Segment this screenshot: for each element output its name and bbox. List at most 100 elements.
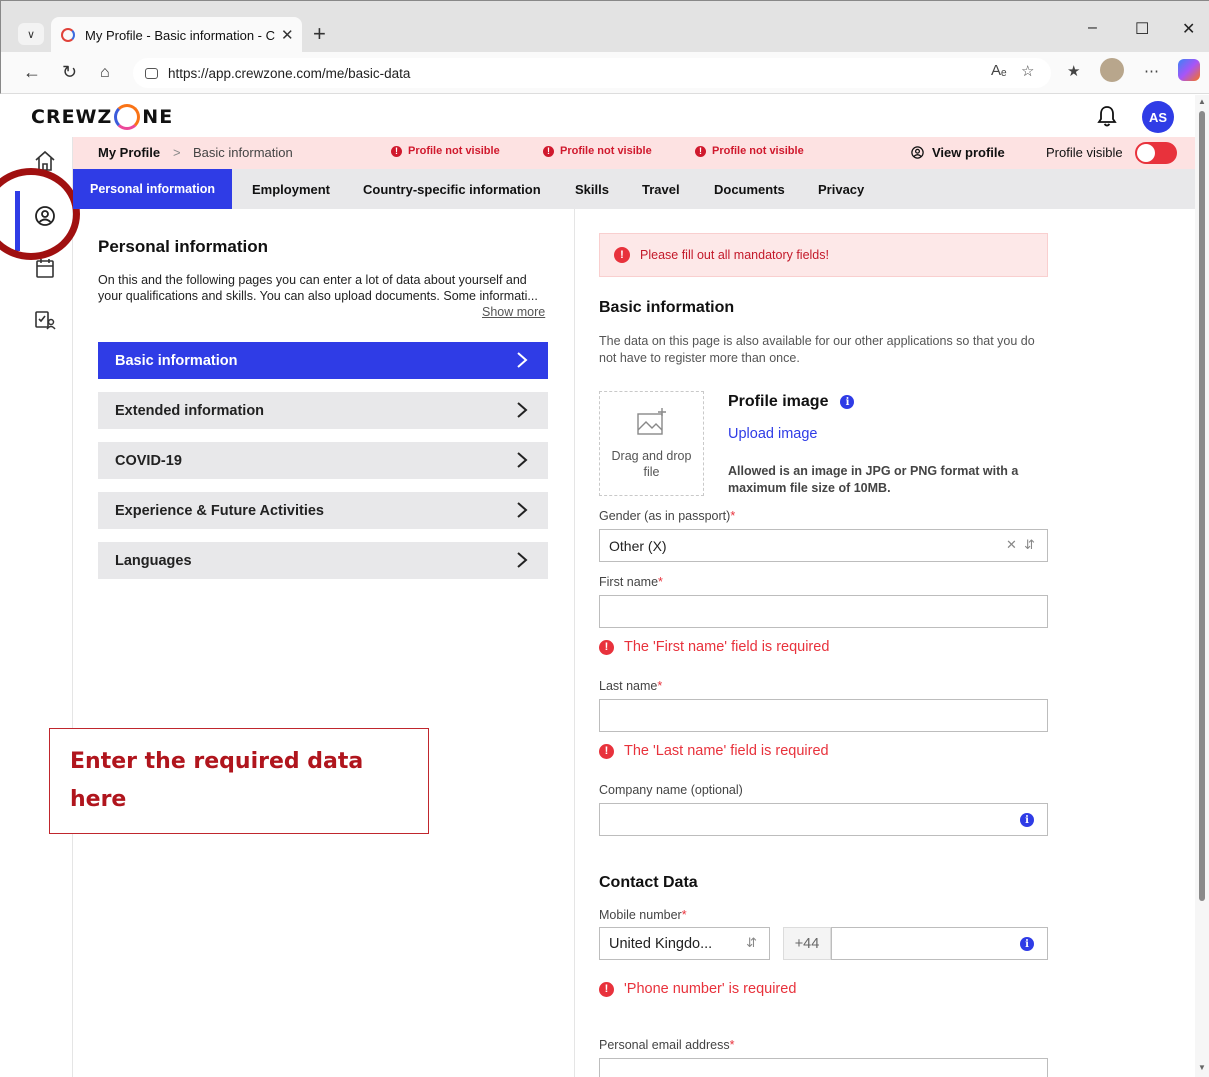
- job-applications-icon[interactable]: [33, 308, 57, 332]
- instruction-callout: Enter the required data here: [49, 728, 429, 834]
- menu-languages[interactable]: Languages: [98, 542, 548, 579]
- browser-profile-avatar[interactable]: [1100, 58, 1124, 82]
- url-field[interactable]: https://app.crewzone.com/me/basic-data: [133, 58, 1051, 88]
- phone-input[interactable]: i: [831, 927, 1048, 960]
- menu-extended-information[interactable]: Extended information: [98, 392, 548, 429]
- profile-visible-toggle[interactable]: [1135, 142, 1177, 164]
- country-select[interactable]: United Kingdo... ⇵: [599, 927, 770, 960]
- favorite-star-icon[interactable]: ☆: [1021, 62, 1034, 80]
- mandatory-fields-alert: ! Please fill out all mandatory fields!: [599, 233, 1048, 277]
- menu-item-label: Basic information: [115, 352, 238, 369]
- profile-status-bar: My Profile > Basic information ! Profile …: [73, 137, 1195, 169]
- callout-line2: here: [70, 787, 127, 812]
- tab-list-button[interactable]: ∨: [18, 23, 44, 45]
- image-dropzone[interactable]: Drag and drop file: [599, 391, 704, 496]
- info-icon[interactable]: i: [840, 395, 855, 409]
- menu-item-label: COVID-19: [115, 452, 182, 469]
- breadcrumb-separator-icon: >: [173, 145, 181, 160]
- section-title: Personal information: [98, 237, 269, 256]
- user-avatar[interactable]: AS: [1142, 101, 1174, 133]
- basic-information-description: The data on this page is also available …: [599, 334, 1035, 365]
- browser-tab[interactable]: My Profile - Basic information - Cr ✕: [51, 17, 302, 53]
- copilot-icon[interactable]: [1178, 59, 1200, 81]
- chevron-right-icon: [517, 452, 528, 468]
- visibility-warning: ! Profile not visible: [543, 145, 652, 157]
- site-info-icon[interactable]: [145, 67, 158, 79]
- logo-text-left: CREWZ: [31, 106, 113, 128]
- page-scrollbar[interactable]: ▲ ▼: [1195, 95, 1209, 1077]
- favorites-list-icon[interactable]: ★: [1067, 62, 1080, 80]
- menu-basic-information[interactable]: Basic information: [98, 342, 548, 379]
- more-menu-icon[interactable]: ⋯: [1144, 62, 1159, 80]
- app-sidebar: [15, 137, 73, 1077]
- profile-visible-label: Profile visible: [1046, 145, 1123, 160]
- phone-error: ! 'Phone number' is required: [599, 981, 796, 997]
- section-description: On this and the following pages you can …: [98, 273, 538, 303]
- notification-bell-icon[interactable]: [1097, 105, 1117, 127]
- basic-information-title: Basic information: [599, 299, 735, 316]
- info-icon[interactable]: i: [1020, 937, 1034, 951]
- dial-prefix: +44: [783, 927, 831, 960]
- menu-covid-19[interactable]: COVID-19: [98, 442, 548, 479]
- scroll-thumb[interactable]: [1199, 111, 1205, 901]
- mobile-number-label: Mobile number*: [599, 908, 687, 922]
- tab-employment[interactable]: Employment: [235, 169, 347, 209]
- tab-privacy[interactable]: Privacy: [801, 169, 881, 209]
- dropzone-text: Drag and drop file: [611, 449, 692, 479]
- minimize-icon[interactable]: –: [1088, 19, 1097, 37]
- error-icon: !: [599, 743, 614, 759]
- read-aloud-icon[interactable]: Aₑ: [991, 62, 1007, 79]
- email-label: Personal email address*: [599, 1038, 735, 1052]
- clear-and-sort-icons[interactable]: ✕ ⇵: [1006, 537, 1035, 553]
- error-icon: !: [599, 981, 614, 997]
- contact-data-title: Contact Data: [599, 874, 698, 891]
- scroll-down-icon[interactable]: ▼: [1198, 1063, 1206, 1072]
- back-icon[interactable]: ←: [23, 62, 41, 83]
- breadcrumb-root[interactable]: My Profile: [98, 145, 160, 160]
- chevron-right-icon: [517, 552, 528, 568]
- menu-experience[interactable]: Experience & Future Activities: [98, 492, 548, 529]
- email-input[interactable]: [599, 1058, 1048, 1077]
- new-tab-icon[interactable]: +: [313, 21, 326, 47]
- browser-address-bar: ← ↻ ⌂ https://app.crewzone.com/me/basic-…: [0, 52, 1209, 94]
- alert-text: Please fill out all mandatory fields!: [640, 248, 829, 262]
- tab-country-specific[interactable]: Country-specific information: [346, 169, 558, 209]
- warning-icon: !: [391, 145, 402, 157]
- profile-tabs: Personal information Employment Country-…: [73, 169, 1195, 209]
- tab-skills[interactable]: Skills: [558, 169, 626, 209]
- first-name-error: ! The 'First name' field is required: [599, 639, 829, 655]
- crewzone-logo[interactable]: CREWZ NE: [31, 104, 173, 130]
- visibility-warning: ! Profile not visible: [695, 145, 804, 157]
- tab-documents[interactable]: Documents: [697, 169, 802, 209]
- visibility-warning: ! Profile not visible: [391, 145, 500, 157]
- scroll-up-icon[interactable]: ▲: [1198, 97, 1206, 106]
- close-tab-icon[interactable]: ✕: [281, 26, 294, 44]
- gender-select[interactable]: Other (X) ✕ ⇵: [599, 529, 1048, 562]
- maximize-icon[interactable]: ☐: [1135, 19, 1149, 39]
- company-input[interactable]: i: [599, 803, 1048, 836]
- logo-text-right: NE: [142, 106, 174, 128]
- view-profile-button[interactable]: View profile: [910, 145, 1005, 160]
- error-icon: !: [599, 639, 614, 655]
- company-label: Company name (optional): [599, 783, 743, 797]
- profile-image-title: Profile image i: [728, 393, 855, 411]
- home-icon[interactable]: ⌂: [100, 64, 110, 82]
- error-icon: !: [614, 247, 630, 263]
- profile-icon: [911, 146, 924, 159]
- chevron-right-icon: [517, 352, 528, 368]
- breadcrumb-current: Basic information: [193, 145, 293, 160]
- tab-travel[interactable]: Travel: [625, 169, 697, 209]
- last-name-input[interactable]: [599, 699, 1048, 732]
- window-close-icon[interactable]: ✕: [1182, 19, 1195, 39]
- info-icon[interactable]: i: [1020, 813, 1034, 827]
- warning-icon: !: [695, 145, 706, 157]
- toggle-knob: [1137, 144, 1155, 162]
- gender-value: Other (X): [609, 537, 667, 554]
- image-format-note: Allowed is an image in JPG or PNG format…: [728, 464, 1019, 495]
- tab-personal-information[interactable]: Personal information: [73, 169, 233, 209]
- upload-image-link[interactable]: Upload image: [728, 426, 817, 442]
- first-name-label: First name*: [599, 575, 663, 589]
- reload-icon[interactable]: ↻: [62, 62, 77, 83]
- show-more-link[interactable]: Show more: [482, 305, 545, 319]
- first-name-input[interactable]: [599, 595, 1048, 628]
